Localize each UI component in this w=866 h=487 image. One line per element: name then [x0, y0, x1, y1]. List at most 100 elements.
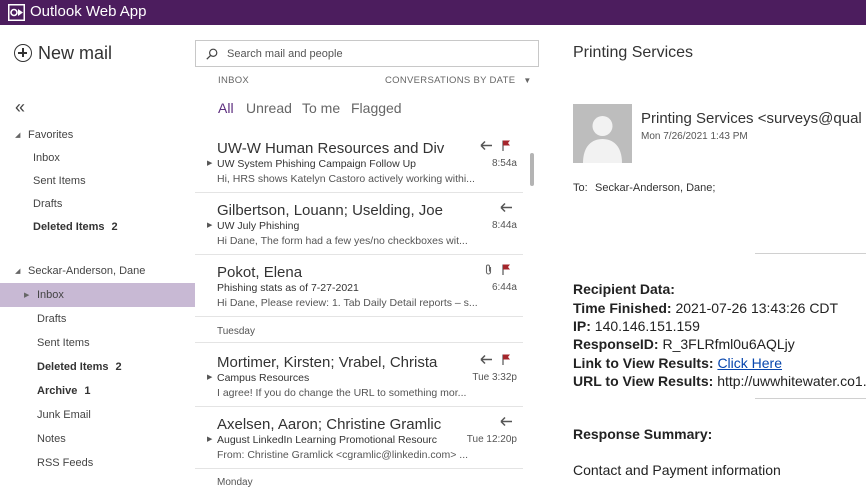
- view-results-link-line: Link to View Results: Click Here: [573, 355, 783, 371]
- favorites-item-drafts[interactable]: Drafts: [0, 193, 195, 215]
- sent-date: Mon 7/26/2021 1:43 PM: [641, 131, 748, 142]
- nav-item-label: Drafts: [37, 313, 67, 325]
- flag-icon[interactable]: [500, 354, 513, 365]
- nav-item-label: Sent Items: [37, 337, 90, 349]
- message-time: 6:44a: [491, 282, 517, 293]
- nav-item-label: Archive: [37, 385, 78, 397]
- filter-unread[interactable]: Unread: [246, 100, 292, 116]
- nav-item-label: Notes: [37, 433, 66, 445]
- date-separator: Monday: [217, 477, 253, 487]
- message-subject: UW System Phishing Campaign Follow Up: [217, 158, 416, 170]
- folder-item-junk-email[interactable]: Junk Email: [0, 404, 195, 426]
- results-url-line: URL to View Results: http://uwwhitewater…: [573, 373, 866, 389]
- message-actions: [500, 202, 513, 213]
- unread-count: 2: [115, 361, 122, 373]
- message-sender: Axelsen, Aaron; Christine Gramlic: [217, 416, 442, 433]
- reply-icon[interactable]: [500, 416, 513, 427]
- sender-name[interactable]: Printing Services <surveys@qual: [641, 110, 862, 127]
- contact-payment-line: Contact and Payment information: [573, 462, 781, 478]
- chevron-down-icon: ▼: [523, 76, 532, 85]
- message-list[interactable]: UW-W Human Resources and Div ▶ UW System…: [195, 131, 539, 487]
- message-subject: UW July Phishing: [217, 220, 300, 232]
- message-time: Tue 12:20p: [466, 434, 517, 445]
- recipient-data-heading: Recipient Data:: [573, 281, 675, 297]
- folder-label: INBOX: [218, 75, 250, 86]
- nav-item-label: Deleted Items: [37, 361, 109, 373]
- account-label: Seckar-Anderson, Dane: [28, 265, 146, 277]
- reply-icon[interactable]: [480, 354, 493, 365]
- reading-pane-subject: Printing Services: [573, 44, 694, 61]
- filter-all[interactable]: All: [218, 100, 234, 116]
- outlook-logo-icon[interactable]: [8, 4, 25, 21]
- expand-triangle-icon[interactable]: ▶: [24, 291, 37, 299]
- message-item[interactable]: UW-W Human Resources and Div ▶ UW System…: [195, 131, 523, 193]
- expand-conversation-icon[interactable]: ▶: [207, 373, 212, 381]
- expand-conversation-icon[interactable]: ▶: [207, 221, 212, 229]
- message-preview: Hi Dane, Please review: 1. Tab Daily Det…: [217, 297, 478, 309]
- folder-item-notes[interactable]: Notes: [0, 428, 195, 450]
- response-summary-heading: Response Summary:: [573, 426, 713, 442]
- unread-count: 2: [111, 221, 118, 233]
- message-sender: UW-W Human Resources and Div: [217, 140, 445, 157]
- nav-item-label: Inbox: [33, 152, 60, 164]
- message-item[interactable]: Gilbertson, Louann; Uselding, Joe ▶ UW J…: [195, 193, 523, 255]
- message-time: 8:54a: [491, 158, 517, 169]
- search-box[interactable]: [195, 40, 539, 67]
- message-sender: Pokot, Elena: [217, 264, 303, 281]
- favorites-item-deleted-items[interactable]: Deleted Items 2: [0, 216, 195, 238]
- favorites-item-inbox[interactable]: Inbox: [0, 147, 195, 169]
- filter-to-me[interactable]: To me: [302, 100, 340, 116]
- message-actions: [500, 416, 513, 427]
- expand-triangle-icon: ◢: [15, 132, 21, 139]
- expand-triangle-icon: ◢: [15, 268, 21, 275]
- unread-count: 1: [84, 385, 91, 397]
- message-preview: Hi, HRS shows Katelyn Castoro actively w…: [217, 173, 475, 185]
- app-title[interactable]: Outlook Web App: [30, 3, 146, 21]
- search-input[interactable]: [225, 46, 519, 61]
- nav-item-label: Junk Email: [37, 409, 91, 421]
- to-label: To:: [573, 182, 588, 194]
- message-preview: Hi Dane, The form had a few yes/no check…: [217, 235, 468, 247]
- time-finished-line: Time Finished: 2021-07-26 13:43:26 CDT: [573, 300, 839, 316]
- folder-item-drafts[interactable]: Drafts: [0, 308, 195, 330]
- sender-avatar: [573, 104, 632, 163]
- message-item[interactable]: Mortimer, Kirsten; Vrabel, Christa ▶ Cam…: [195, 345, 523, 407]
- message-time: 8:44a: [491, 220, 517, 231]
- list-divider: [195, 342, 523, 343]
- new-mail-button[interactable]: New mail: [14, 42, 112, 64]
- response-id-line: ResponseID: R_3FLRfml0u6AQLjy: [573, 336, 795, 352]
- flag-icon[interactable]: [500, 140, 513, 151]
- folder-item-sent-items[interactable]: Sent Items: [0, 332, 195, 354]
- person-icon: [573, 104, 632, 163]
- search-icon: [206, 48, 218, 60]
- reply-icon[interactable]: [480, 140, 493, 151]
- flag-icon[interactable]: [500, 264, 513, 275]
- favorites-item-sent-items[interactable]: Sent Items: [0, 170, 195, 192]
- list-scrollbar-thumb[interactable]: [530, 153, 534, 186]
- favorites-label: Favorites: [28, 129, 74, 141]
- message-subject: Phishing stats as of 7-27-2021: [217, 282, 359, 294]
- divider: [755, 253, 866, 254]
- message-item[interactable]: Axelsen, Aaron; Christine Gramlic ▶ Augu…: [195, 407, 523, 469]
- folder-item-deleted-items[interactable]: Deleted Items 2: [0, 356, 195, 378]
- folder-item-inbox[interactable]: ▶ Inbox: [0, 283, 195, 307]
- message-item[interactable]: Pokot, Elena Phishing stats as of 7-27-2…: [195, 255, 523, 317]
- expand-conversation-icon[interactable]: ▶: [207, 435, 212, 443]
- favorites-header[interactable]: ◢ Favorites: [15, 129, 73, 141]
- message-preview: I agree! If you do change the URL to som…: [217, 387, 467, 399]
- account-header[interactable]: ◢ Seckar-Anderson, Dane: [15, 265, 145, 277]
- collapse-pane-icon[interactable]: «: [15, 97, 25, 118]
- filter-flagged[interactable]: Flagged: [351, 100, 402, 116]
- message-subject: August LinkedIn Learning Promotional Res…: [217, 434, 438, 446]
- click-here-link[interactable]: Click Here: [717, 355, 782, 371]
- nav-item-label: Deleted Items: [33, 221, 105, 233]
- ip-line: IP: 140.146.151.159: [573, 318, 700, 334]
- sort-dropdown[interactable]: CONVERSATIONS BY DATE ▼: [385, 75, 532, 86]
- folder-item-archive[interactable]: Archive 1: [0, 380, 195, 402]
- recipient-name[interactable]: Seckar-Anderson, Dane;: [595, 182, 715, 194]
- folder-item-rss-feeds[interactable]: RSS Feeds: [0, 452, 195, 474]
- nav-item-label: Sent Items: [33, 175, 86, 187]
- message-subject: Campus Resources: [217, 372, 310, 384]
- reply-icon[interactable]: [500, 202, 513, 213]
- expand-conversation-icon[interactable]: ▶: [207, 159, 212, 167]
